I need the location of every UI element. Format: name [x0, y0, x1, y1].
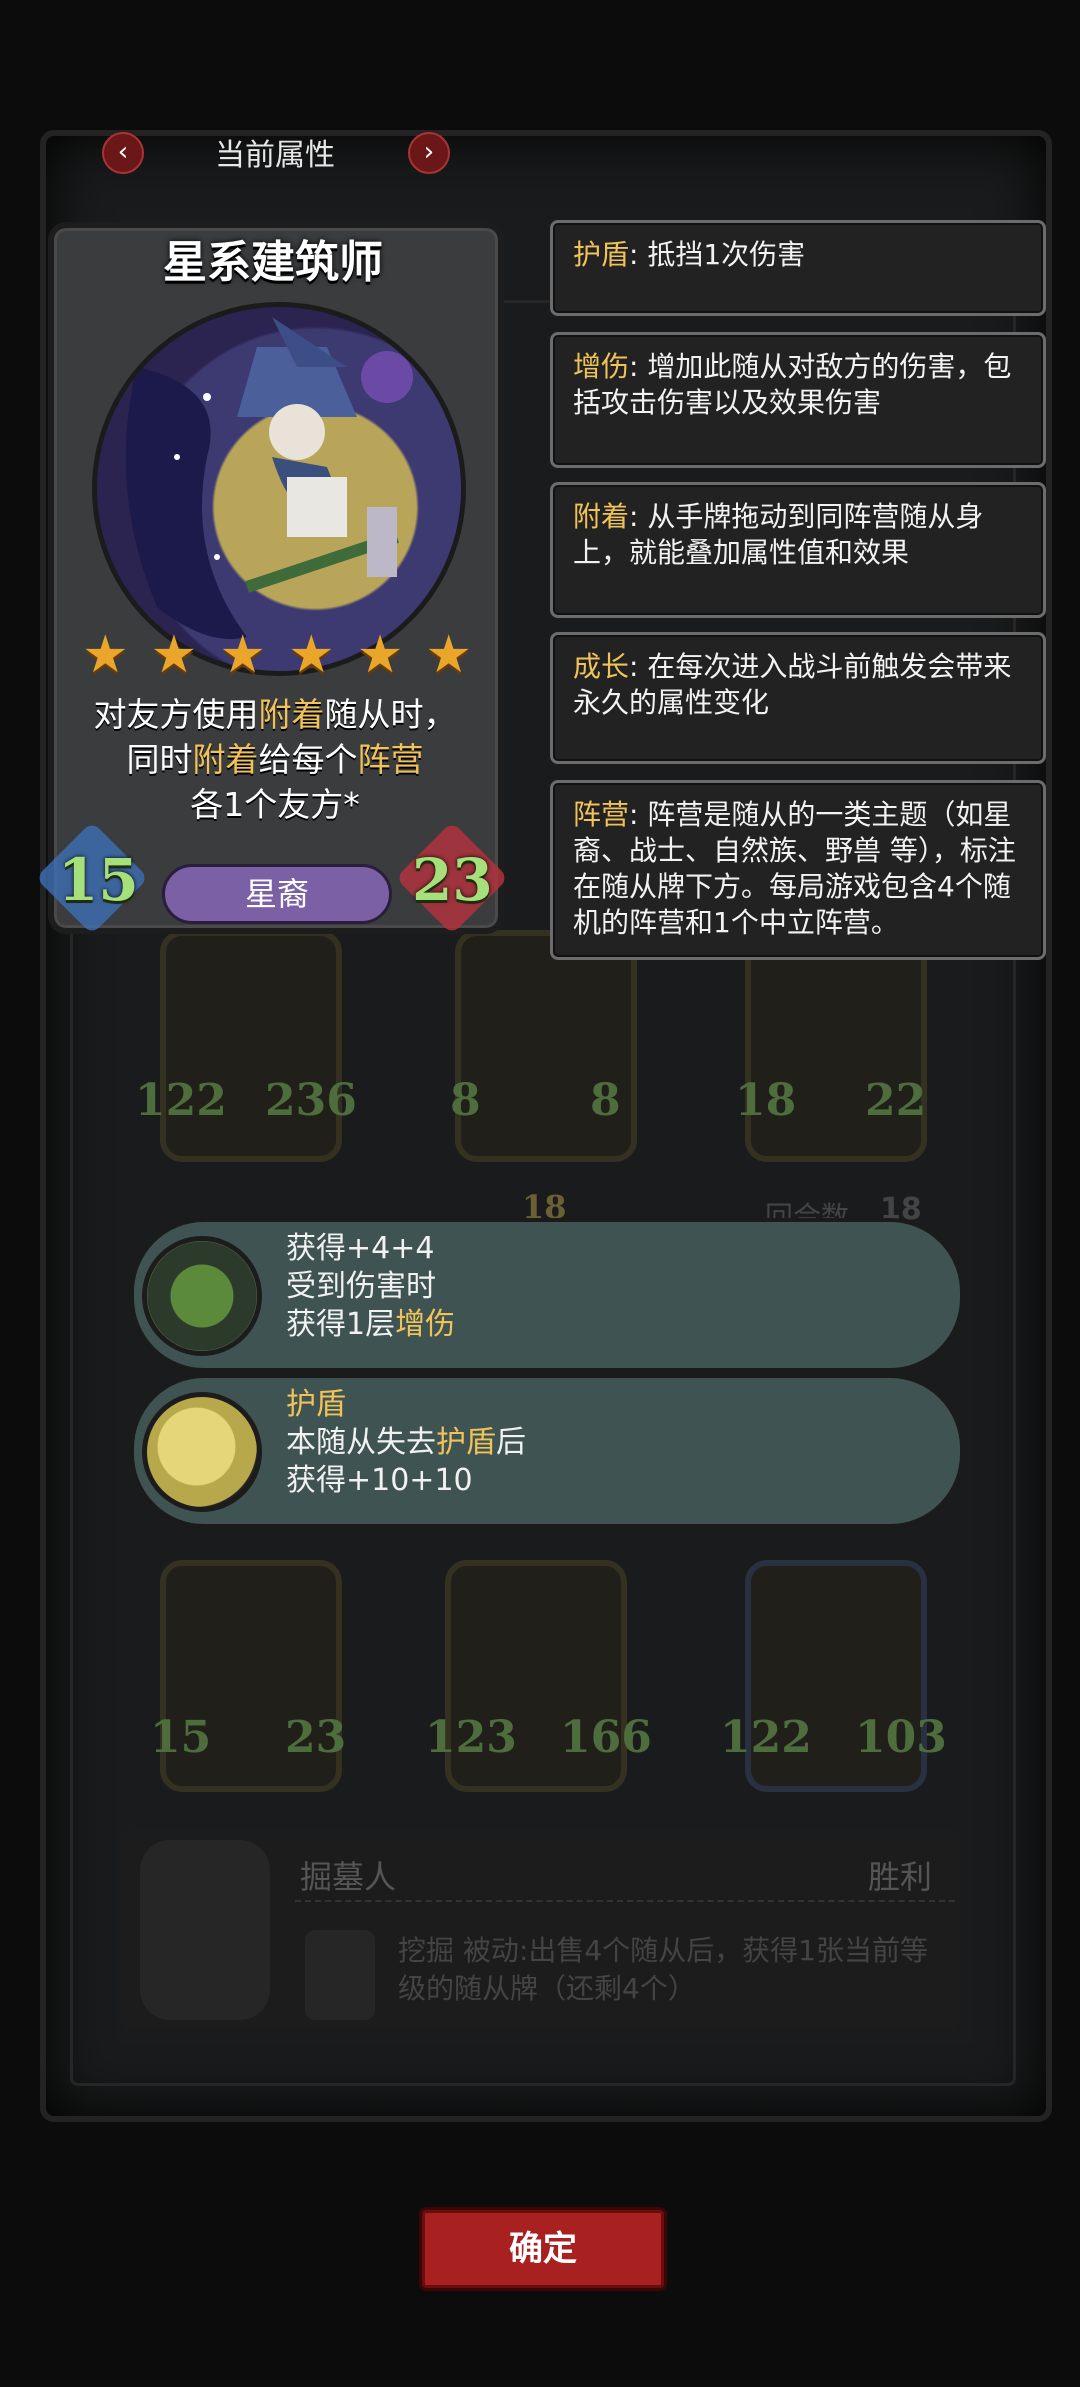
- page-title: 当前属性: [215, 138, 335, 173]
- buff-2-line-1: 护盾: [286, 1387, 346, 1422]
- bg-minion-6-health: 103: [855, 1712, 947, 1763]
- keyword-box-attach: 附着: 从手牌拖动到同阵营随从身上，就能叠加属性值和效果: [550, 482, 1046, 618]
- keyword-box-faction: 阵营: 阵营是随从的一类主题（如星裔、战士、自然族、野兽 等），标注在随从牌下方…: [550, 780, 1046, 960]
- keyword-name: 护盾: [573, 238, 630, 271]
- buff-2-line-2: 本随从失去护盾后: [286, 1424, 526, 1462]
- star-icon: ★: [356, 625, 404, 685]
- buff-1-line-3: 获得1层增伤: [286, 1306, 455, 1344]
- buff-2-line-3: 获得+10+10: [286, 1463, 473, 1498]
- card-tribe-badge: 星裔: [162, 864, 392, 924]
- bg-minion-slot-2: [455, 930, 637, 1162]
- star-icon: ★: [425, 625, 472, 685]
- star-icon: ★: [288, 625, 335, 685]
- bg-minion-5-health: 166: [560, 1712, 652, 1763]
- card-health: 23: [412, 846, 493, 914]
- buff-1-line-2: 受到伤害时: [286, 1269, 436, 1304]
- hero-status: 胜利: [868, 1858, 933, 1896]
- keyword-faction: 阵营: [357, 740, 424, 779]
- bg-minion-1-attack: 122: [135, 1075, 227, 1126]
- bg-minion-slot-3: [745, 930, 927, 1162]
- star-icon: ★: [82, 625, 129, 685]
- prev-button[interactable]: ‹: [102, 132, 144, 174]
- card-attack: 15: [58, 846, 139, 914]
- moon-wolf-icon: [142, 1392, 262, 1512]
- hero-ability-description: 挖掘 被动:出售4个随从后，获得1张当前等级的随从牌（还剩4个）: [398, 1932, 938, 2008]
- keyword-name: 附着: [573, 500, 630, 533]
- hero-ability-name: 挖掘: [398, 1934, 455, 1967]
- text-segment: 随从时，: [324, 695, 457, 734]
- card-text-line-1: 对友方使用附着随从时，: [60, 692, 490, 737]
- bg-minion-4-health: 23: [285, 1712, 347, 1763]
- keyword-box-shield: 护盾: 抵挡1次伤害: [550, 220, 1046, 316]
- card-description: 对友方使用附着随从时， 同时附着给每个阵营 各1个友方*: [60, 692, 490, 827]
- keyword-attach: 附着: [258, 695, 325, 734]
- keyword-desc: : 增加此随从对敌方的伤害，包括攻击伤害以及效果伤害: [573, 350, 1012, 419]
- bg-minion-4-attack: 15: [150, 1712, 212, 1763]
- keyword-damage-boost: 增伤: [395, 1307, 456, 1342]
- keyword-box-damage-boost: 增伤: 增加此随从对敌方的伤害，包括攻击伤害以及效果伤害: [550, 332, 1046, 468]
- bg-minion-2-attack: 8: [450, 1075, 481, 1126]
- keyword-box-growth: 成长: 在每次进入战斗前触发会带来永久的属性变化: [550, 632, 1046, 764]
- text-segment: 获得1层: [286, 1307, 396, 1342]
- keyword-name: 增伤: [573, 350, 630, 383]
- buff-2-text: 护盾 本随从失去护盾后 获得+10+10: [286, 1386, 526, 1500]
- keyword-shield: 护盾: [436, 1425, 496, 1460]
- card-name: 星系建筑师: [163, 237, 383, 288]
- card-star-rating: ★ ★ ★ ★ ★ ★: [82, 625, 472, 685]
- bg-minion-6-attack: 122: [720, 1712, 812, 1763]
- text-segment: 给每个: [258, 740, 358, 779]
- bg-minion-3-health: 22: [865, 1075, 927, 1126]
- hero-ability-type: 被动: [462, 1934, 519, 1967]
- text-segment: 本随从失去: [286, 1425, 436, 1460]
- buff-1-line-1: 获得+4+4: [286, 1231, 435, 1266]
- star-icon: ★: [219, 625, 266, 685]
- hero-name: 掘墓人: [300, 1858, 397, 1896]
- keyword-attach: 附着: [192, 740, 259, 779]
- bg-minion-5-attack: 123: [425, 1712, 517, 1763]
- hero-ability-icon: [305, 1930, 375, 2020]
- keyword-desc: : 阵营是随从的一类主题（如星裔、战士、自然族、野兽 等），标注在随从牌下方。每…: [573, 798, 1016, 939]
- confirm-button[interactable]: 确定: [422, 2210, 664, 2288]
- keyword-name: 阵营: [573, 798, 630, 831]
- keyword-desc: : 抵挡1次伤害: [629, 238, 806, 271]
- bg-minion-3-attack: 18: [735, 1075, 797, 1126]
- text-segment: 同时: [126, 740, 193, 779]
- keyword-name: 成长: [573, 650, 630, 683]
- buff-1-text: 获得+4+4 受到伤害时 获得1层增伤: [286, 1230, 455, 1344]
- card-text-line-2: 同时附着给每个阵营: [60, 737, 490, 782]
- hero-portrait: [140, 1840, 270, 2020]
- text-segment: 后: [496, 1425, 526, 1460]
- green-serpent-icon: [142, 1236, 262, 1356]
- chevron-right-icon: ›: [423, 137, 435, 167]
- hero-divider: [295, 1900, 955, 1902]
- chevron-left-icon: ‹: [117, 137, 129, 167]
- card-portrait: [92, 302, 466, 676]
- text-segment: 对友方使用: [93, 695, 259, 734]
- witch-illustration-icon: [125, 317, 413, 639]
- next-button[interactable]: ›: [408, 132, 450, 174]
- bg-minion-1-health: 236: [265, 1075, 357, 1126]
- bg-minion-slot-1: [160, 930, 342, 1162]
- card-text-line-3: 各1个友方*: [190, 785, 360, 824]
- star-icon: ★: [150, 625, 198, 685]
- keyword-desc: : 从手牌拖动到同阵营随从身上，就能叠加属性值和效果: [573, 500, 984, 569]
- keyword-desc: : 在每次进入战斗前触发会带来永久的属性变化: [573, 650, 1012, 719]
- bg-minion-2-health: 8: [590, 1075, 621, 1126]
